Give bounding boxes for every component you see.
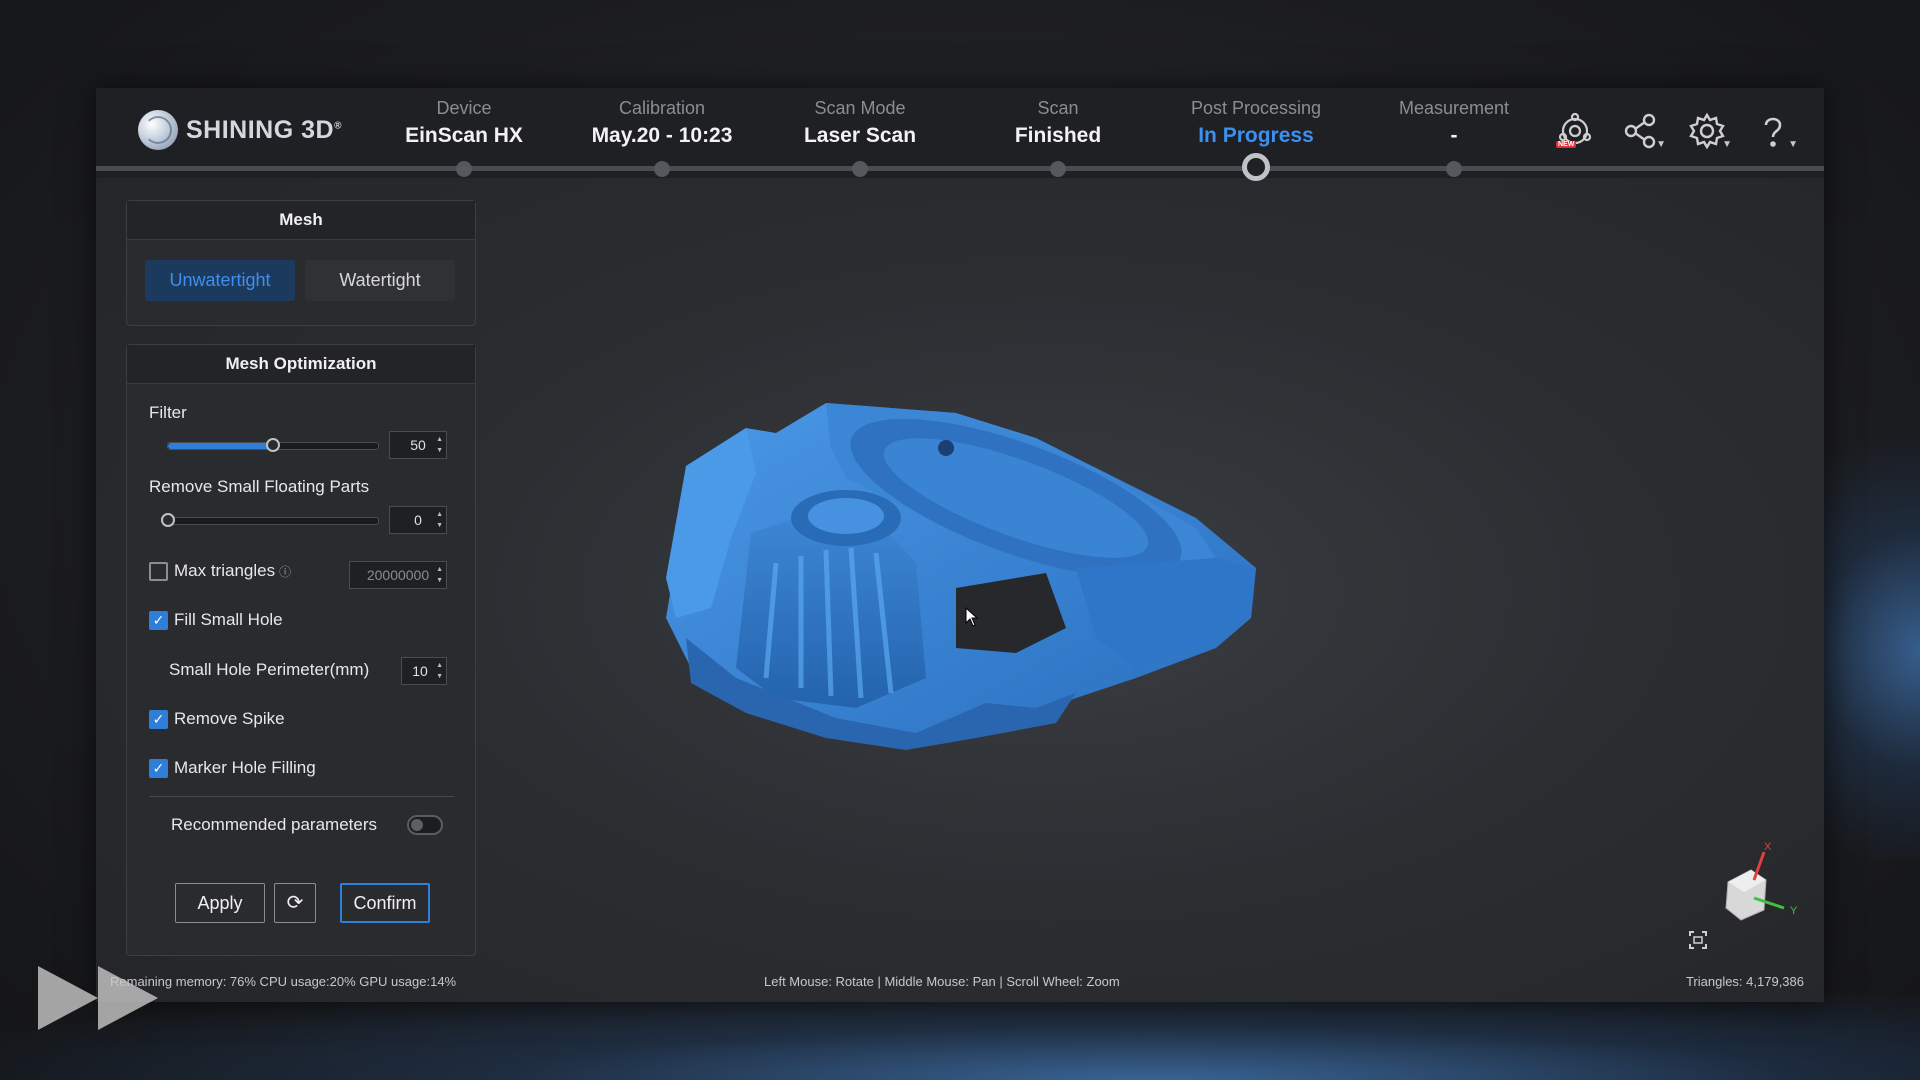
step-label: Measurement (1398, 98, 1510, 118)
header-toolbar: NEW ▼ ▼ ▼ (1554, 110, 1798, 152)
stepper-arrows-icon[interactable]: ▲ ▼ (436, 434, 443, 456)
remove-floating-label: Remove Small Floating Parts (149, 477, 370, 496)
stepper-arrows-icon[interactable]: ▲ ▼ (436, 660, 443, 682)
step-label: Device (436, 98, 492, 118)
app-window: SHINING 3D® Device EinScan HX Calibratio… (96, 88, 1824, 1002)
header-bar: SHINING 3D® Device EinScan HX Calibratio… (96, 88, 1824, 181)
share-icon[interactable]: ▼ (1620, 110, 1666, 152)
logo-text: SHINING 3D® (186, 115, 342, 144)
remove-spike-checkbox[interactable]: ✓ (149, 709, 168, 729)
remove-spike-label: Remove Spike (174, 709, 285, 728)
confirm-button[interactable]: Confirm (340, 883, 430, 923)
step-label: Post Processing (1190, 98, 1322, 118)
max-triangles-value: 20000000 (366, 567, 430, 583)
remove-floating-slider[interactable] (161, 513, 379, 527)
new-badge: NEW (1556, 141, 1577, 148)
globe-logo-icon (138, 110, 178, 150)
recommended-parameters-toggle[interactable] (407, 815, 443, 835)
remove-floating-value-stepper[interactable]: 0 ▲ ▼ (389, 506, 447, 534)
workflow-track (96, 166, 1824, 171)
step-value: May.20 - 10:23 (591, 124, 733, 147)
info-icon[interactable]: ⓘ (279, 563, 291, 580)
chevron-down-icon: ▼ (1788, 139, 1798, 150)
tab-watertight[interactable]: Watertight (305, 260, 455, 301)
step-dot-scan-mode[interactable] (852, 161, 868, 177)
recommended-parameters-label: Recommended parameters (171, 815, 377, 834)
step-dot-measurement[interactable] (1446, 161, 1462, 177)
orientation-cube-icon[interactable]: X Y (1706, 840, 1806, 940)
step-dot-device[interactable] (456, 161, 472, 177)
apply-button[interactable]: Apply (175, 883, 265, 923)
mouse-hints-text: Left Mouse: Rotate | Middle Mouse: Pan |… (764, 974, 1120, 989)
step-scan[interactable]: Scan Finished (958, 98, 1158, 148)
marker-hole-filling-label: Marker Hole Filling (174, 758, 316, 777)
fill-small-hole-row[interactable]: ✓ Fill Small Hole (149, 610, 283, 630)
brand-logo: SHINING 3D® (138, 110, 342, 150)
step-value: Finished (1014, 124, 1102, 147)
step-value: EinScan HX (405, 124, 523, 147)
fit-view-icon[interactable] (1688, 930, 1708, 950)
small-hole-perimeter-stepper[interactable]: 10 ▲ ▼ (401, 657, 447, 685)
step-dot-scan[interactable] (1050, 161, 1066, 177)
filter-slider[interactable] (167, 438, 379, 452)
tab-unwatertight[interactable]: Unwatertight (145, 260, 295, 301)
step-label: Scan Mode (814, 98, 906, 118)
toggle-knob (411, 819, 423, 831)
stepper-arrows-icon[interactable]: ▲ ▼ (436, 509, 443, 531)
max-triangles-row[interactable]: Max triangles ⓘ (149, 561, 291, 581)
max-triangles-checkbox[interactable] (149, 561, 168, 581)
max-triangles-label: Max triangles (174, 561, 276, 580)
small-hole-perimeter-value: 10 (412, 663, 428, 679)
step-value: In Progress (1198, 124, 1314, 147)
step-value: Laser Scan (803, 124, 917, 147)
axis-y-label: Y (1790, 905, 1798, 917)
step-label: Scan (1037, 98, 1079, 118)
remove-spike-row[interactable]: ✓ Remove Spike (149, 709, 285, 729)
filter-slider-thumb[interactable] (266, 438, 280, 452)
mesh-panel: Mesh Unwatertight Watertight (126, 200, 476, 326)
step-label: Calibration (618, 98, 706, 118)
max-triangles-stepper[interactable]: 20000000 ▲ ▼ (349, 561, 447, 589)
axis-x-label: X (1764, 841, 1772, 853)
filter-value-stepper[interactable]: 50 ▲ ▼ (389, 431, 447, 459)
filter-label: Filter (149, 403, 187, 422)
step-post-processing[interactable]: Post Processing In Progress (1156, 98, 1356, 148)
filter-slider-fill (168, 443, 273, 449)
settings-icon[interactable]: ▼ (1686, 110, 1732, 152)
mesh-optimization-title: Mesh Optimization (127, 345, 475, 384)
help-icon[interactable]: ▼ (1752, 110, 1798, 152)
triangle-count-text: Triangles: 4,179,386 (1685, 974, 1804, 989)
step-value: - (1450, 124, 1458, 147)
mouse-cursor-icon (965, 607, 979, 627)
step-scan-mode[interactable]: Scan Mode Laser Scan (760, 98, 960, 148)
remove-floating-value: 0 (414, 512, 422, 528)
reset-button[interactable]: ⟳ (274, 883, 316, 923)
new-feature-icon[interactable]: NEW (1554, 110, 1596, 152)
divider (149, 796, 454, 797)
fill-small-hole-checkbox[interactable]: ✓ (149, 610, 168, 630)
fast-forward-icon[interactable] (38, 966, 164, 1030)
marker-hole-filling-checkbox[interactable]: ✓ (149, 758, 168, 778)
filter-value: 50 (410, 437, 426, 453)
step-dot-calibration[interactable] (654, 161, 670, 177)
step-dot-post-processing[interactable] (1242, 153, 1270, 181)
mesh-optimization-panel: Mesh Optimization Filter 50 ▲ ▼ Remove Sm… (126, 344, 476, 956)
refresh-icon: ⟳ (286, 892, 304, 914)
scanned-mesh-model[interactable] (656, 378, 1286, 818)
marker-hole-filling-row[interactable]: ✓ Marker Hole Filling (149, 758, 316, 778)
step-measurement[interactable]: Measurement - (1354, 98, 1554, 148)
stepper-arrows-icon[interactable]: ▲ ▼ (436, 564, 443, 586)
step-calibration[interactable]: Calibration May.20 - 10:23 (562, 98, 762, 148)
step-device[interactable]: Device EinScan HX (364, 98, 564, 148)
small-hole-perimeter-label: Small Hole Perimeter(mm) (169, 660, 370, 679)
chevron-down-icon: ▼ (1656, 139, 1666, 150)
remove-floating-slider-thumb[interactable] (161, 513, 175, 527)
chevron-down-icon: ▼ (1722, 139, 1732, 150)
fill-small-hole-label: Fill Small Hole (174, 610, 283, 629)
mesh-panel-title: Mesh (127, 201, 475, 240)
mesh-type-tabs: Unwatertight Watertight (145, 260, 455, 301)
status-bar: Remaining memory: 76% CPU usage:20% GPU … (96, 974, 1824, 1002)
